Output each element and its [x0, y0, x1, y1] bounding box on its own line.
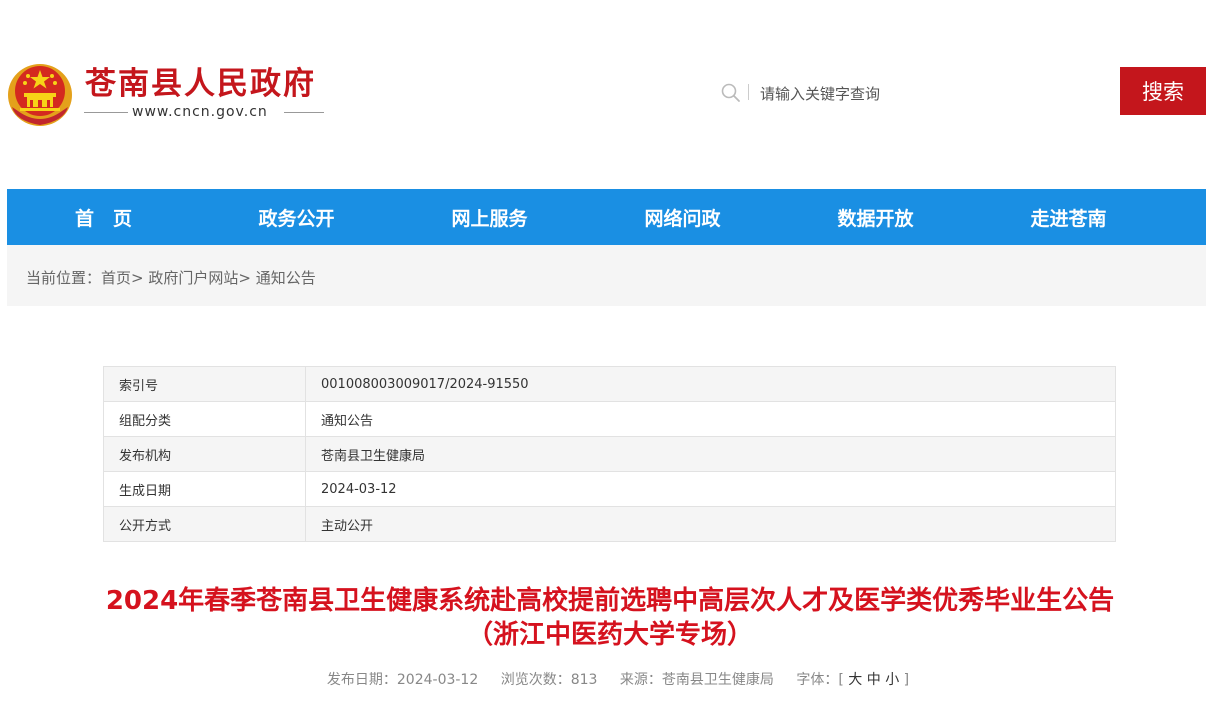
main-nav: 首 页 政务公开 网上服务 网络问政 数据开放 走进苍南 [7, 189, 1206, 245]
search-button[interactable]: 搜索 [1120, 67, 1206, 115]
breadcrumb-bar: 当前位置：首页> 政府门户网站> 通知公告 [7, 245, 1206, 306]
table-row: 发布机构 苍南县卫生健康局 [103, 436, 1116, 472]
site-header: 苍南县人民政府 www.cncn.gov.cn 搜索 [0, 0, 1206, 180]
font-size-medium-button[interactable]: 中 [867, 672, 881, 688]
url-divider-right [284, 112, 324, 113]
article-title-line-1: 2024年春季苍南县卫生健康系统赴高校提前选聘中高层次人才及医学类优秀毕业生公告 [105, 586, 1115, 616]
info-value: 001008003009017/2024-91550 [305, 366, 1116, 402]
search-input[interactable] [758, 79, 1102, 109]
font-size-label: 字体： [796, 672, 839, 688]
nav-item-open-data[interactable]: 数据开放 [779, 189, 972, 245]
article-title: 2024年春季苍南县卫生健康系统赴高校提前选聘中高层次人才及医学类优秀毕业生公告… [0, 584, 1206, 652]
font-size-bracket-close: ] [903, 672, 910, 688]
article-meta: 发布日期：2024-03-12 浏览次数：813 来源：苍南县卫生健康局 字体：… [0, 669, 1206, 689]
breadcrumb-separator: > [131, 269, 144, 287]
breadcrumb-home[interactable]: 首页 [101, 269, 131, 287]
breadcrumb: 当前位置：首页> 政府门户网站> 通知公告 [26, 267, 316, 288]
site-url: www.cncn.gov.cn [132, 104, 268, 120]
info-key: 公开方式 [103, 506, 306, 542]
font-size-control: 字体：[ 大 中 小 ] [796, 672, 909, 688]
nav-item-government-affairs[interactable]: 政务公开 [200, 189, 393, 245]
table-row: 生成日期 2024-03-12 [103, 471, 1116, 507]
site-title[interactable]: 苍南县人民政府 [85, 58, 316, 103]
document-info-table: 索引号 001008003009017/2024-91550 组配分类 通知公告… [103, 366, 1116, 542]
info-key: 发布机构 [103, 436, 306, 472]
article-source: 来源：苍南县卫生健康局 [619, 672, 774, 688]
nav-item-about-cangnan[interactable]: 走进苍南 [972, 189, 1165, 245]
table-row: 公开方式 主动公开 [103, 506, 1116, 542]
breadcrumb-prefix: 当前位置： [26, 269, 102, 287]
search-icon[interactable] [720, 82, 742, 104]
view-count: 浏览次数：813 [500, 672, 598, 688]
breadcrumb-portal[interactable]: 政府门户网站 [148, 269, 238, 287]
info-key: 生成日期 [103, 471, 306, 507]
search-divider [748, 84, 749, 100]
table-row: 索引号 001008003009017/2024-91550 [103, 366, 1116, 402]
info-value: 2024-03-12 [305, 471, 1116, 507]
info-value: 主动公开 [305, 506, 1116, 542]
info-value: 苍南县卫生健康局 [305, 436, 1116, 472]
font-size-small-button[interactable]: 小 [885, 672, 899, 688]
article-title-line-2: （浙江中医药大学专场） [466, 620, 753, 650]
search-box [718, 76, 1118, 110]
info-key: 索引号 [103, 366, 306, 402]
info-value: 通知公告 [305, 401, 1116, 437]
breadcrumb-separator: > [238, 269, 251, 287]
font-size-large-button[interactable]: 大 [848, 672, 862, 688]
nav-item-online-inquiry[interactable]: 网络问政 [586, 189, 779, 245]
national-emblem-icon [8, 64, 72, 126]
info-key: 组配分类 [103, 401, 306, 437]
nav-item-online-services[interactable]: 网上服务 [393, 189, 586, 245]
breadcrumb-notices[interactable]: 通知公告 [256, 269, 316, 287]
url-divider-left [84, 112, 128, 113]
table-row: 组配分类 通知公告 [103, 401, 1116, 437]
nav-item-home[interactable]: 首 页 [7, 189, 200, 245]
font-size-bracket-open: [ [838, 672, 844, 688]
publish-date: 发布日期：2024-03-12 [326, 672, 479, 688]
